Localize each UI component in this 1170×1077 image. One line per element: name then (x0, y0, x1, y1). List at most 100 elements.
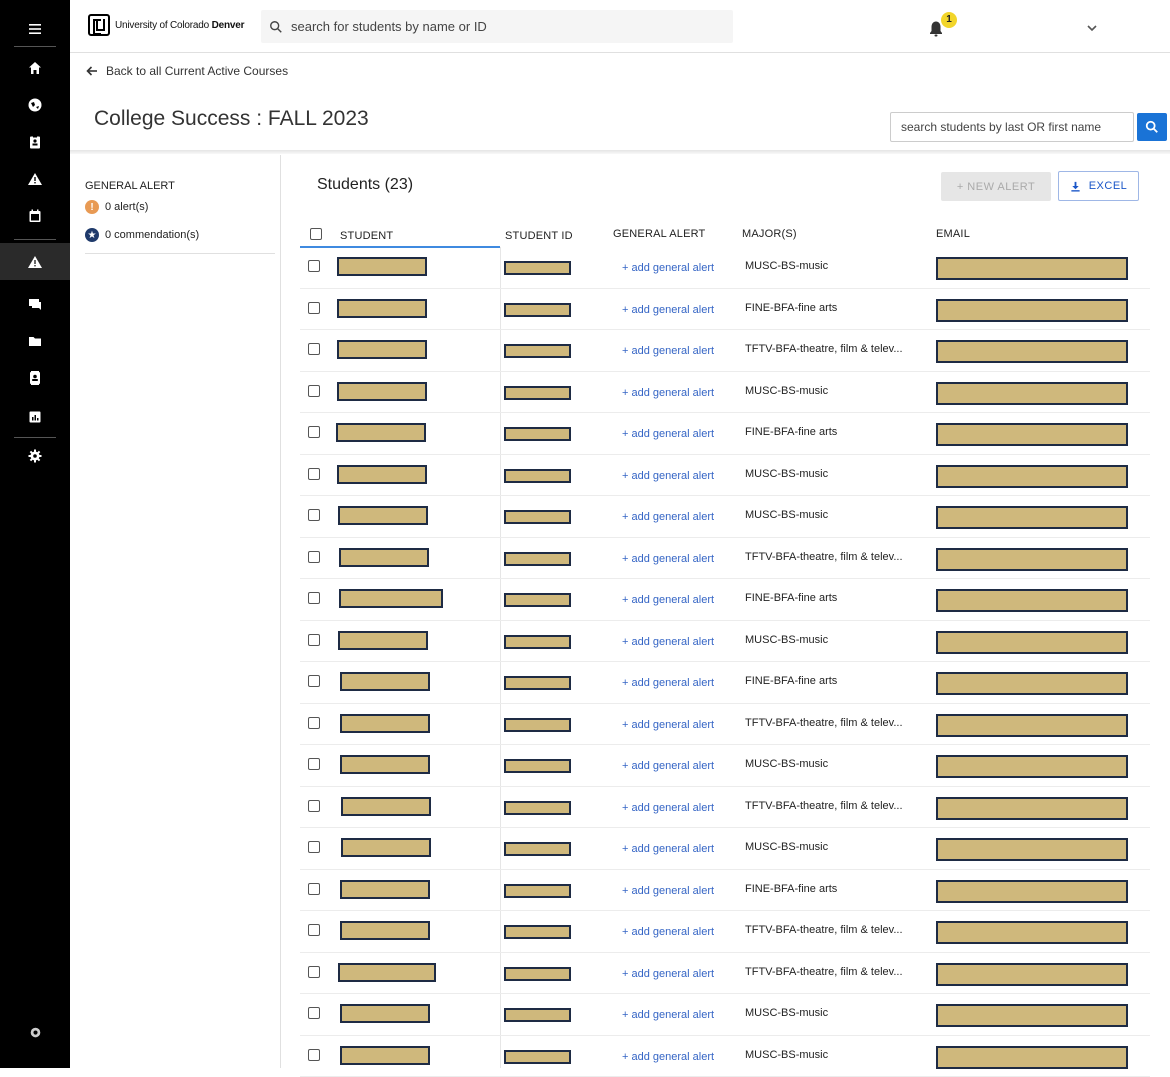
excel-export-button[interactable]: EXCEL (1058, 171, 1139, 201)
student-name-redacted[interactable] (339, 589, 443, 608)
report-chart-icon[interactable] (0, 398, 70, 435)
select-all-checkbox[interactable] (310, 228, 322, 240)
row-checkbox[interactable] (308, 924, 320, 936)
row-checkbox[interactable] (308, 260, 320, 272)
add-general-alert-link[interactable]: + add general alert (622, 304, 714, 316)
row-checkbox[interactable] (308, 468, 320, 480)
add-general-alert-link[interactable]: + add general alert (622, 636, 714, 648)
student-id-redacted (504, 884, 571, 898)
add-general-alert-link[interactable]: + add general alert (622, 1051, 714, 1063)
rail-divider (14, 239, 56, 240)
globe-icon[interactable] (0, 86, 70, 123)
add-general-alert-link[interactable]: + add general alert (622, 553, 714, 565)
student-name-redacted[interactable] (338, 506, 428, 525)
student-name-redacted[interactable] (340, 880, 430, 899)
column-header-email[interactable]: EMAIL (936, 228, 970, 240)
menu-icon[interactable] (0, 10, 70, 47)
add-general-alert-link[interactable]: + add general alert (622, 428, 714, 440)
student-name-redacted[interactable] (341, 797, 431, 816)
student-search-input[interactable] (291, 19, 711, 34)
row-checkbox[interactable] (308, 509, 320, 521)
add-general-alert-link[interactable]: + add general alert (622, 885, 714, 897)
back-link[interactable]: Back to all Current Active Courses (86, 64, 288, 78)
row-checkbox[interactable] (308, 717, 320, 729)
add-general-alert-link[interactable]: + add general alert (622, 926, 714, 938)
student-name-redacted[interactable] (338, 963, 436, 982)
row-checkbox[interactable] (308, 426, 320, 438)
row-checkbox[interactable] (308, 675, 320, 687)
row-checkbox[interactable] (308, 1007, 320, 1019)
student-search-box (261, 10, 733, 43)
new-alert-button[interactable]: + NEW ALERT (941, 172, 1051, 201)
student-name-redacted[interactable] (336, 423, 426, 442)
add-general-alert-link[interactable]: + add general alert (622, 843, 714, 855)
add-general-alert-link[interactable]: + add general alert (622, 719, 714, 731)
commendation-star-icon: ★ (85, 228, 99, 242)
major-cell: MUSC-BS-music (745, 509, 828, 521)
student-name-redacted[interactable] (340, 755, 430, 774)
add-general-alert-link[interactable]: + add general alert (622, 387, 714, 399)
warning-icon[interactable] (0, 160, 70, 197)
row-checkbox[interactable] (308, 841, 320, 853)
add-general-alert-link[interactable]: + add general alert (622, 760, 714, 772)
settings-gear-icon[interactable] (0, 437, 70, 474)
chevron-down-icon[interactable] (1086, 21, 1098, 33)
top-bar: University of Colorado Denver (70, 0, 1170, 53)
add-general-alert-link[interactable]: + add general alert (622, 470, 714, 482)
row-checkbox[interactable] (308, 800, 320, 812)
row-checkbox[interactable] (308, 343, 320, 355)
add-general-alert-link[interactable]: + add general alert (622, 1009, 714, 1021)
add-general-alert-link[interactable]: + add general alert (622, 511, 714, 523)
name-search-input[interactable] (891, 120, 1131, 134)
student-name-redacted[interactable] (339, 548, 429, 567)
student-name-redacted[interactable] (337, 382, 427, 401)
name-search-button[interactable] (1137, 113, 1167, 141)
folder-icon[interactable] (0, 322, 70, 359)
add-general-alert-link[interactable]: + add general alert (622, 802, 714, 814)
contact-card-icon[interactable] (0, 359, 70, 396)
add-general-alert-link[interactable]: + add general alert (622, 594, 714, 606)
student-name-redacted[interactable] (340, 1046, 430, 1065)
table-row: + add general alertMUSC-BS-music (300, 621, 1150, 663)
student-name-redacted[interactable] (341, 838, 431, 857)
row-checkbox[interactable] (308, 592, 320, 604)
student-name-redacted[interactable] (337, 340, 427, 359)
row-checkbox[interactable] (308, 302, 320, 314)
column-header-majors[interactable]: MAJOR(S) (742, 228, 797, 240)
row-checkbox[interactable] (308, 1049, 320, 1061)
row-checkbox[interactable] (308, 966, 320, 978)
clipboard-person-icon[interactable] (0, 123, 70, 160)
email-redacted (936, 963, 1128, 986)
email-redacted (936, 1004, 1128, 1027)
student-name-redacted[interactable] (340, 672, 430, 691)
account-circle-icon[interactable] (0, 1014, 70, 1051)
alerts-warning-icon[interactable] (0, 243, 70, 280)
add-general-alert-link[interactable]: + add general alert (622, 262, 714, 274)
calendar-icon[interactable] (0, 197, 70, 234)
row-checkbox[interactable] (308, 758, 320, 770)
student-name-redacted[interactable] (340, 1004, 430, 1023)
major-cell: TFTV-BFA-theatre, film & telev... (745, 551, 903, 563)
university-logo[interactable]: University of Colorado Denver (88, 14, 244, 36)
alert-count: 0 alert(s) (105, 201, 148, 213)
column-header-general-alert[interactable]: GENERAL ALERT (613, 228, 705, 240)
student-id-redacted (504, 759, 571, 773)
add-general-alert-link[interactable]: + add general alert (622, 968, 714, 980)
add-general-alert-link[interactable]: + add general alert (622, 345, 714, 357)
chat-icon[interactable] (0, 285, 70, 322)
student-name-redacted[interactable] (340, 921, 430, 940)
student-name-redacted[interactable] (337, 257, 427, 276)
home-icon[interactable] (0, 49, 70, 86)
row-checkbox[interactable] (308, 385, 320, 397)
student-name-redacted[interactable] (337, 299, 427, 318)
column-header-student-id[interactable]: STUDENT ID (505, 230, 573, 242)
add-general-alert-link[interactable]: + add general alert (622, 677, 714, 689)
row-checkbox[interactable] (308, 883, 320, 895)
table-row: + add general alertMUSC-BS-music (300, 994, 1150, 1036)
column-header-student[interactable]: STUDENT (340, 230, 393, 242)
student-name-redacted[interactable] (338, 631, 428, 650)
row-checkbox[interactable] (308, 634, 320, 646)
student-name-redacted[interactable] (337, 465, 427, 484)
student-name-redacted[interactable] (340, 714, 430, 733)
row-checkbox[interactable] (308, 551, 320, 563)
